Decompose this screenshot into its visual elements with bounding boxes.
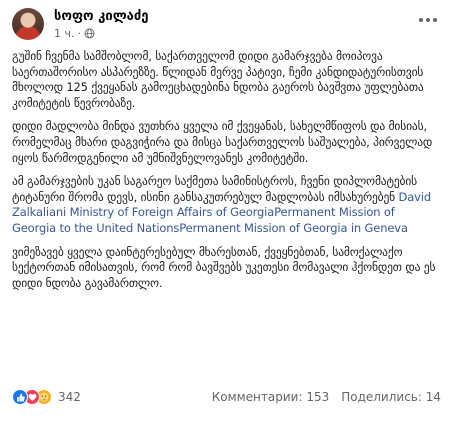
reaction-count: 342: [58, 390, 81, 404]
post-time[interactable]: 1 ч.: [54, 27, 75, 40]
dot-icon: [433, 18, 437, 22]
post-meta: 1 ч. ·: [54, 27, 95, 40]
dot-icon: [426, 18, 430, 22]
more-options-button[interactable]: [415, 10, 441, 30]
like-icon: [12, 389, 28, 405]
shares-count-link[interactable]: Поделились: 14: [341, 390, 441, 404]
post-paragraph-with-mentions: ამ გამარჯვების უკან საგარეო საქმეთა სამი…: [12, 174, 442, 236]
avatar[interactable]: [12, 8, 44, 40]
post-body: გუშინ ჩვენმა სამშობლომ, საქართველომ დიდი…: [12, 49, 442, 299]
comments-count-link[interactable]: Комментарии: 153: [212, 390, 330, 404]
reactions-summary[interactable]: 342: [12, 389, 81, 405]
post-stats: Комментарии: 153 Поделились: 14: [212, 390, 441, 404]
mention-link[interactable]: Permanent Mission of Georgia in Geneva: [179, 221, 408, 235]
post-footer: 342 Комментарии: 153 Поделились: 14: [12, 388, 441, 406]
globe-icon: [84, 28, 95, 39]
facebook-post: სოფო კილაძე 1 ч. · გუშინ ჩვენმა სამშობლო…: [0, 0, 453, 421]
dot-icon: [419, 18, 423, 22]
mention-link[interactable]: Ministry of Foreign Affairs of Georgia: [70, 205, 275, 219]
post-header: სოფო კილაძე 1 ч. ·: [12, 8, 443, 42]
author-name[interactable]: სოფო კილაძე: [54, 9, 148, 24]
post-paragraph: ვიმეზავებ ყველა დაინტერესებულ მხარესთან,…: [12, 244, 436, 290]
post-paragraph: დიდი მადლობა მინდა ვუთხრა ყველა იმ ქვეყა…: [12, 119, 433, 165]
post-paragraph-text: ამ გამარჯვების უკან საგარეო საქმეთა სამი…: [12, 174, 418, 204]
post-paragraph: გუშინ ჩვენმა სამშობლომ, საქართველომ დიდი…: [12, 49, 424, 110]
